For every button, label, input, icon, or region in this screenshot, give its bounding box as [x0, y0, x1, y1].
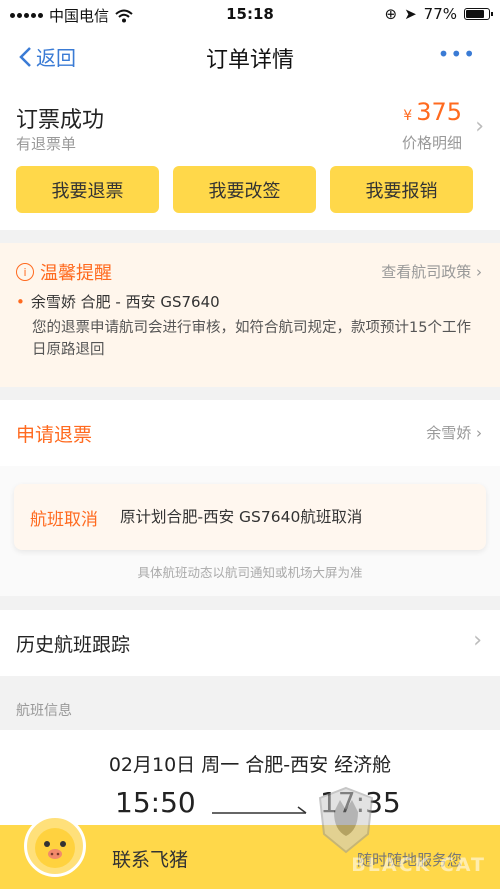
cancellation-card: 航班取消 原计划合肥-西安 GS7640航班取消 — [14, 484, 486, 550]
order-price[interactable]: ¥375 — [403, 98, 462, 126]
status-bar: 中国电信 15:18 ⊕ ➤ 77% — [0, 0, 500, 30]
fliggy-mascot-icon — [24, 815, 86, 877]
price-value: 375 — [416, 98, 462, 126]
change-button[interactable]: 我要改签 — [173, 166, 316, 213]
refund-passenger: 余雪娇 › — [426, 422, 482, 443]
reminder-title-text: 温馨提醒 — [40, 263, 112, 284]
contact-fliggy-button[interactable]: 联系飞猪 — [112, 845, 188, 872]
order-summary: 订票成功 有退票单 ¥375 价格明细 › 我要退票 我要改签 我要报销 — [0, 84, 500, 230]
chevron-right-icon[interactable]: › — [475, 114, 484, 139]
rotation-lock-icon: ⊕ — [384, 5, 398, 23]
page-title: 订单详情 — [205, 48, 294, 73]
info-icon: i — [16, 263, 34, 281]
status-right: ⊕ ➤ 77% — [384, 5, 493, 23]
refund-application-row[interactable]: 申请退票 余雪娇 › — [0, 400, 500, 466]
history-tracking-label: 历史航班跟踪 — [16, 634, 131, 656]
airline-policy-label: 查看航司政策 — [381, 263, 472, 281]
cancellation-message: 原计划合肥-西安 GS7640航班取消 — [120, 508, 363, 526]
reminder-notice: i 温馨提醒 查看航司政策 › • 余雪娇 合肥 - 西安 GS7640 您的退票… — [0, 243, 500, 387]
battery-fill — [466, 10, 485, 18]
more-button[interactable]: ••• — [438, 42, 476, 66]
cancellation-tag: 航班取消 — [30, 510, 98, 530]
cancellation-section: 航班取消 原计划合肥-西安 GS7640航班取消 具体航班动态以航司通知或机场大… — [0, 466, 500, 596]
flight-info-title: 航班信息 — [16, 703, 72, 719]
nav-bar: 返回 订单详情 ••• — [0, 30, 500, 84]
action-buttons: 我要退票 我要改签 我要报销 — [16, 166, 473, 213]
reminder-title: i 温馨提醒 — [16, 259, 112, 285]
airline-policy-link[interactable]: 查看航司政策 › — [381, 261, 482, 282]
passenger-flight-text: 余雪娇 合肥 - 西安 GS7640 — [30, 293, 220, 311]
location-icon: ➤ — [404, 5, 417, 23]
flight-arrow-icon — [212, 806, 307, 814]
bullet-icon: • — [16, 293, 25, 311]
order-status: 订票成功 — [16, 108, 105, 133]
chevron-right-icon: › — [476, 424, 482, 442]
chevron-right-icon: › — [476, 263, 482, 281]
cancellation-note: 具体航班动态以航司通知或机场大屏为准 — [137, 565, 363, 580]
black-cat-watermark: BLACK CAT — [316, 786, 486, 886]
price-detail-link[interactable]: 价格明细 — [402, 132, 462, 153]
chevron-right-icon: › — [473, 628, 482, 653]
notice-passenger-flight: • 余雪娇 合肥 - 西安 GS7640 — [16, 291, 220, 312]
history-tracking-row[interactable]: 历史航班跟踪 › — [0, 610, 500, 676]
refund-button[interactable]: 我要退票 — [16, 166, 159, 213]
cat-shield-icon — [318, 786, 374, 854]
flight-route: 02月10日 周一 合肥-西安 经济舱 — [108, 754, 392, 776]
notice-body: 您的退票申请航司会进行审核，如符合航司规定，款项预计15个工作日原路退回 — [32, 320, 471, 358]
battery-percent: 77% — [423, 5, 457, 23]
currency-symbol: ¥ — [403, 108, 413, 124]
reimburse-button[interactable]: 我要报销 — [330, 166, 473, 213]
refund-application-label: 申请退票 — [16, 424, 93, 446]
watermark-text: BLACK CAT — [351, 854, 486, 876]
battery-icon — [464, 8, 493, 20]
refund-passenger-name: 余雪娇 — [426, 424, 472, 442]
departure-time: 15:50 — [115, 786, 196, 819]
order-sub-status: 有退票单 — [16, 135, 77, 153]
